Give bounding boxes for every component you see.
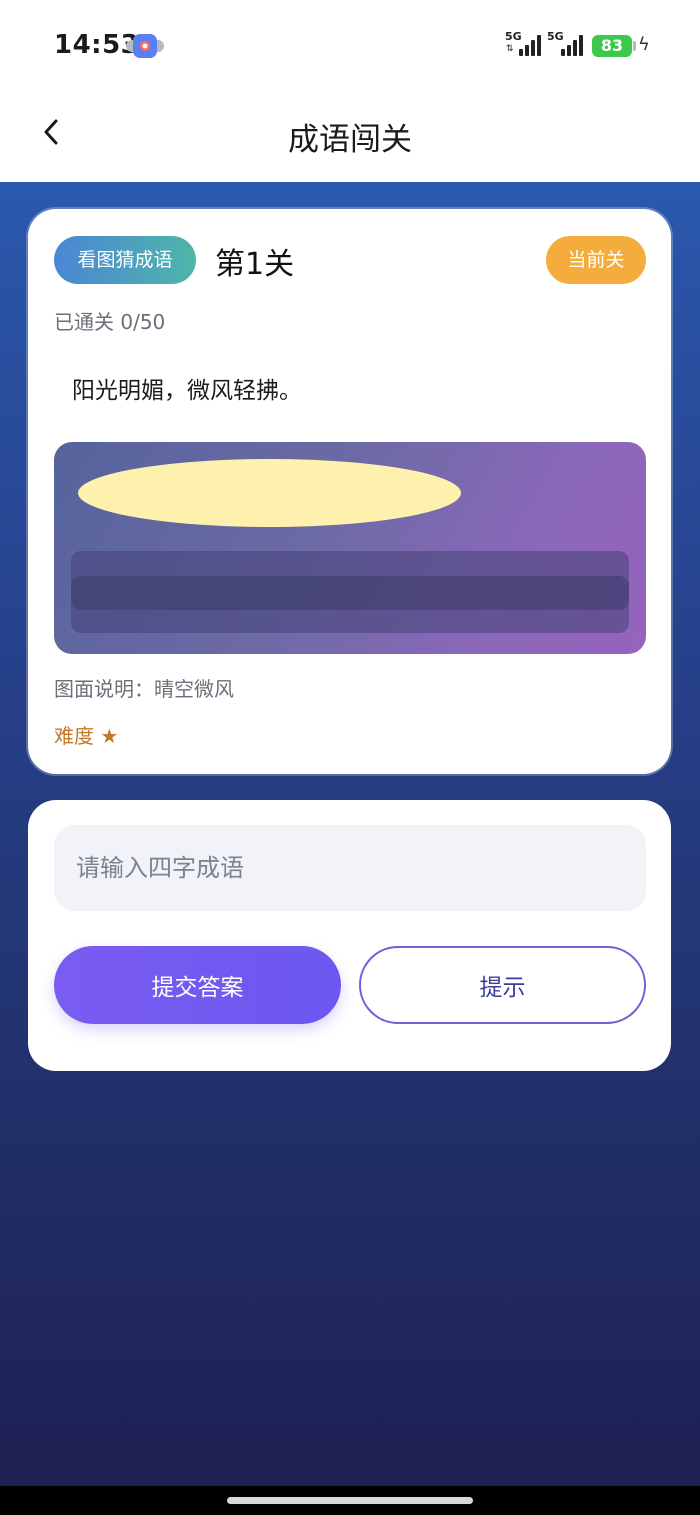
signal-bars-icon	[519, 34, 543, 56]
mode-badge: 看图猜成语	[54, 236, 196, 284]
battery-tip	[633, 41, 636, 51]
hint-button[interactable]: 提示	[359, 946, 646, 1024]
sun-shape	[78, 459, 461, 527]
navigation-bar: 成语闯关	[0, 90, 700, 182]
data-arrows-icon: ⇅	[506, 44, 514, 54]
image-caption: 图面说明：晴空微风	[54, 677, 234, 701]
answer-card: 提交答案 提示	[28, 800, 671, 1071]
difficulty-label: 难度 ★	[54, 724, 119, 748]
scene-image	[54, 442, 646, 654]
app-icon	[126, 34, 164, 58]
level-card: 看图猜成语 第1关 当前关 已通关 0/50 阳光明媚，微风轻拂。 图面说明：晴…	[28, 209, 671, 774]
battery-level: 83	[592, 35, 632, 57]
current-level-badge: 当前关	[546, 236, 646, 284]
answer-input[interactable]	[54, 825, 646, 911]
signal-bars-icon	[561, 34, 585, 56]
home-indicator[interactable]	[227, 1497, 473, 1504]
signal-indicator-2: 5G	[547, 30, 587, 60]
page-title: 成语闯关	[288, 122, 412, 158]
wind-band-inner	[71, 576, 629, 610]
bolt-icon: ϟ	[638, 34, 650, 55]
status-bar: 14:53 5G ⇅ 5G 83 ϟ	[0, 0, 700, 90]
submit-answer-button[interactable]: 提交答案	[54, 946, 341, 1024]
signal-indicator-1: 5G ⇅	[505, 30, 545, 60]
clue-text: 阳光明媚，微风轻拂。	[72, 378, 302, 404]
gesture-bar	[0, 1486, 700, 1515]
progress-text: 已通关 0/50	[54, 310, 166, 334]
level-title: 第1关	[215, 247, 295, 282]
